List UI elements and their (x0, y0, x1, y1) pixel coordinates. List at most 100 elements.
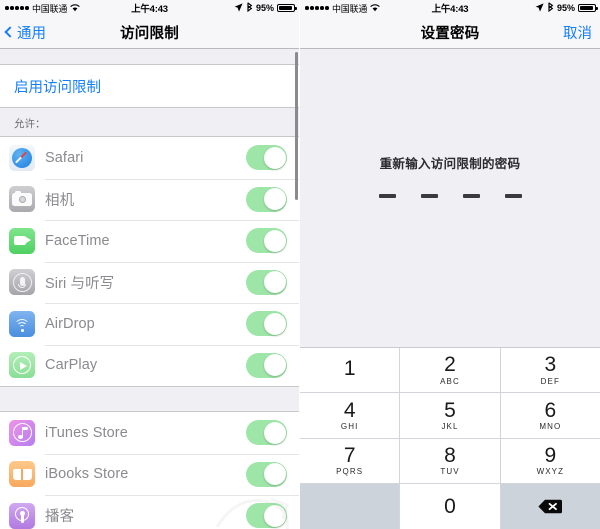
key-4[interactable]: 4 GHI (300, 393, 401, 439)
list-item-label: Safari (45, 149, 84, 166)
toggle-itunes-store[interactable] (246, 420, 287, 446)
key-number: 0 (444, 494, 456, 518)
list-item-label: 播客 (45, 509, 75, 526)
scrollbar-indicator[interactable] (294, 52, 298, 200)
restrictions-screen: 中国联通 上午4:43 95% 通用 访问限制 启用访问限制 允许： Safar… (0, 0, 300, 529)
key-3[interactable]: 3 DEF (500, 348, 600, 394)
status-bar-right-group: 95% (535, 0, 598, 16)
toggle-podcasts[interactable] (246, 503, 287, 529)
keypad-row: 7 PQRS 8 TUV 9 WXYZ (300, 438, 600, 484)
key-number: 2 (444, 353, 456, 377)
dual-screenshot: 中国联通 上午4:43 95% 通用 访问限制 启用访问限制 允许： Safar… (0, 0, 600, 529)
page-title: 设置密码 (420, 25, 480, 42)
key-letters: JKL (441, 422, 459, 432)
key-backspace[interactable] (500, 483, 600, 529)
key-letters: PQRS (336, 467, 364, 477)
battery-icon (277, 3, 297, 13)
list-item-carplay[interactable]: CarPlay (0, 344, 299, 386)
status-bar-right-group: 95% (234, 0, 297, 16)
nav-bar-left: 通用 访问限制 (0, 16, 299, 49)
key-8[interactable]: 8 TUV (400, 438, 501, 484)
keypad-row: 1 2 ABC 3 DEF (300, 348, 600, 394)
airdrop-icon (9, 310, 35, 337)
keypad-row: 4 GHI 5 JKL 6 MNO (300, 393, 600, 439)
list-item-facetime[interactable]: FaceTime (0, 220, 299, 262)
list-item-podcasts[interactable]: 播客 (0, 495, 299, 529)
toggle-facetime[interactable] (246, 228, 287, 254)
key-number: 4 (343, 398, 356, 422)
key-letters: MNO (539, 422, 562, 432)
list-item-label: FaceTime (45, 232, 110, 249)
key-5[interactable]: 5 JKL (400, 393, 501, 439)
key-6[interactable]: 6 MNO (500, 393, 600, 439)
key-letters: TUV (440, 467, 460, 477)
toggle-airdrop[interactable] (246, 311, 287, 337)
key-number: 3 (544, 353, 557, 377)
key-number: 1 (343, 357, 356, 381)
nav-bar-right: 设置密码 取消 (300, 16, 600, 49)
key-number: 8 (444, 443, 456, 467)
passcode-slot-2 (420, 194, 438, 198)
key-number: 6 (544, 398, 557, 422)
toggle-carplay[interactable] (246, 352, 287, 378)
key-9[interactable]: 9 WXYZ (500, 438, 600, 484)
key-letters: DEF (540, 376, 560, 386)
passcode-slot-1 (378, 194, 396, 198)
status-bar-right: 中国联通 上午4:43 95% (300, 0, 600, 16)
list-item-label: iBooks Store (45, 466, 129, 483)
siri-icon (9, 269, 35, 296)
enable-restrictions-row[interactable]: 启用访问限制 (0, 65, 299, 107)
cancel-button[interactable]: 取消 (563, 22, 592, 43)
key-7[interactable]: 7 PQRS (300, 438, 401, 484)
key-number: 7 (343, 443, 356, 467)
podcasts-icon (9, 502, 35, 529)
list-item-label: AirDrop (45, 315, 95, 332)
location-arrow-icon (535, 2, 544, 14)
facetime-icon (9, 227, 35, 254)
toggle-ibooks-store[interactable] (246, 461, 287, 487)
list-item-ibooks-store[interactable]: iBooks Store (0, 453, 299, 495)
passcode-slot-3 (462, 194, 480, 198)
list-item-label: Siri 与听写 (45, 275, 115, 292)
keypad-row: 0 (300, 483, 600, 529)
bluetooth-icon (547, 2, 554, 14)
safari-icon (9, 144, 35, 171)
list-item-siri[interactable]: Siri 与听写 (0, 261, 299, 303)
key-2[interactable]: 2 ABC (400, 348, 501, 394)
key-letters: GHI (340, 422, 359, 432)
status-bar-left: 中国联通 上午4:43 95% (0, 0, 299, 16)
key-number: 9 (544, 443, 557, 467)
allow-list-group: Safari 相机 FaceTime Siri 与听写 AirDrop CarP… (0, 136, 299, 387)
list-item-itunes-store[interactable]: iTunes Store (0, 412, 299, 454)
backspace-icon (538, 499, 563, 514)
list-item-camera[interactable]: 相机 (0, 178, 299, 220)
toggle-siri[interactable] (246, 269, 287, 295)
location-arrow-icon (234, 2, 243, 14)
key-0[interactable]: 0 (400, 483, 501, 529)
list-item-label: CarPlay (45, 357, 98, 374)
passcode-slot-4 (504, 194, 522, 198)
list-item-label: iTunes Store (45, 424, 128, 441)
toggle-safari[interactable] (246, 145, 287, 171)
key-blank (300, 483, 401, 529)
enable-restrictions-label: 启用访问限制 (14, 79, 101, 96)
passcode-prompt: 重新输入访问限制的密码 (379, 157, 521, 171)
numeric-keypad: 1 2 ABC 3 DEF 4 GHI 5 JKL 6 MNO 7 PQRS 8… (300, 347, 600, 529)
toggle-camera[interactable] (246, 186, 287, 212)
key-1[interactable]: 1 (300, 348, 401, 394)
list-item-airdrop[interactable]: AirDrop (0, 303, 299, 345)
allow-section-header: 允许： (14, 118, 46, 130)
ibooks-store-icon (9, 461, 35, 488)
key-letters: WXYZ (536, 467, 565, 477)
store-list-group: iTunes Store iBooks Store 播客 (0, 411, 299, 529)
key-number: 5 (444, 398, 456, 422)
table-top-gap (0, 49, 299, 64)
settings-table: 启用访问限制 允许： Safari 相机 FaceTime Siri 与听写 A… (0, 49, 299, 529)
passcode-entry-area: 重新输入访问限制的密码 (300, 49, 600, 347)
battery-icon (578, 3, 598, 13)
battery-percent-label: 95% (556, 3, 575, 13)
battery-percent-label: 95% (255, 3, 274, 13)
enable-restrictions-group: 启用访问限制 (0, 64, 299, 108)
list-item-safari[interactable]: Safari (0, 137, 299, 179)
list-item-label: 相机 (45, 192, 75, 209)
